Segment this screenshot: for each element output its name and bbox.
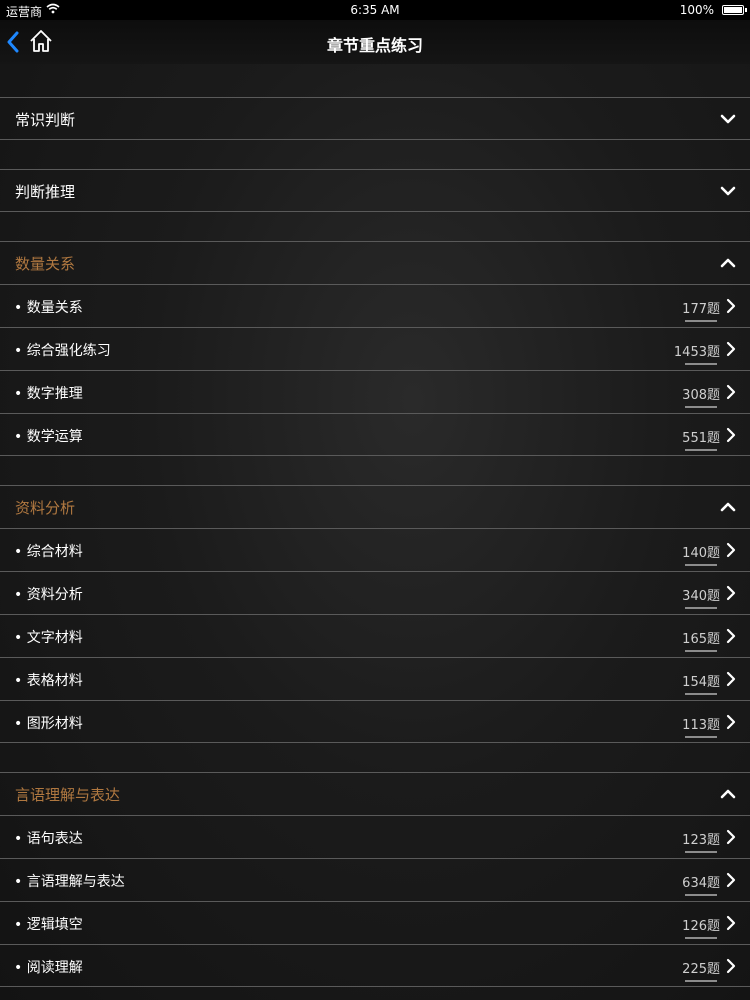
- question-count: 340题: [682, 589, 720, 604]
- section-header-common-sense[interactable]: 常识判断: [0, 97, 750, 140]
- chevron-up-icon: [720, 502, 736, 512]
- battery-tip: [745, 8, 747, 12]
- question-count: 126题: [682, 919, 720, 934]
- chevron-right-icon: [726, 341, 736, 357]
- list-item[interactable]: • 表格材料 154题: [0, 657, 750, 700]
- section-title: 判断推理: [15, 183, 76, 201]
- chevron-down-icon: [720, 186, 736, 196]
- chevron-right-icon: [726, 714, 736, 730]
- count-underline: [685, 736, 717, 738]
- list-item[interactable]: • 资料分析 340题: [0, 571, 750, 614]
- question-count: 551题: [682, 431, 720, 446]
- item-label: • 文字材料: [14, 630, 83, 646]
- section-header-data-analysis[interactable]: 资料分析: [0, 485, 750, 528]
- count-underline: [685, 650, 717, 652]
- count-underline: [685, 607, 717, 609]
- count-underline: [685, 320, 717, 322]
- chevron-right-icon: [726, 298, 736, 314]
- status-bar: 运营商 6:35 AM 100%: [0, 0, 750, 20]
- chevron-right-icon: [726, 628, 736, 644]
- chevron-right-icon: [726, 384, 736, 400]
- section-header-verbal[interactable]: 言语理解与表达: [0, 772, 750, 815]
- chevron-up-icon: [720, 789, 736, 799]
- question-count: 177题: [682, 302, 720, 317]
- item-label: • 资料分析: [14, 587, 83, 603]
- section-title: 资料分析: [15, 499, 76, 517]
- section-title: 言语理解与表达: [15, 786, 121, 804]
- question-count: 140题: [682, 546, 720, 561]
- count-underline: [685, 980, 717, 982]
- item-label: • 言语理解与表达: [14, 874, 125, 890]
- item-label: • 图形材料: [14, 716, 83, 732]
- chevron-right-icon: [726, 958, 736, 974]
- list-item[interactable]: • 数量关系 177题: [0, 284, 750, 327]
- count-underline: [685, 851, 717, 853]
- item-label: • 数量关系: [14, 300, 83, 316]
- section-title: 数量关系: [15, 255, 76, 273]
- list-item[interactable]: • 数学运算 551题: [0, 413, 750, 456]
- list-item[interactable]: • 文字材料 165题: [0, 614, 750, 657]
- question-count: 123题: [682, 833, 720, 848]
- item-label: • 语句表达: [14, 831, 83, 847]
- count-underline: [685, 564, 717, 566]
- chevron-right-icon: [726, 829, 736, 845]
- item-label: • 数学运算: [14, 429, 83, 445]
- list-item[interactable]: • 数字推理 308题: [0, 370, 750, 413]
- list-item[interactable]: • 图形材料 113题: [0, 700, 750, 743]
- count-underline: [685, 363, 717, 365]
- count-underline: [685, 937, 717, 939]
- item-label: • 综合材料: [14, 544, 83, 560]
- item-label: • 阅读理解: [14, 960, 83, 976]
- item-label: • 数字推理: [14, 386, 83, 402]
- chevron-right-icon: [726, 671, 736, 687]
- status-time: 6:35 AM: [350, 3, 400, 17]
- item-label: • 表格材料: [14, 673, 83, 689]
- question-count: 113题: [682, 718, 720, 733]
- item-label: • 逻辑填空: [14, 917, 83, 933]
- item-label: • 综合强化练习: [14, 343, 111, 359]
- list-item[interactable]: • 综合强化练习 1453题: [0, 327, 750, 370]
- navigation-bar: 章节重点练习: [0, 20, 750, 64]
- question-count: 165题: [682, 632, 720, 647]
- chevron-up-icon: [720, 258, 736, 268]
- chevron-down-icon: [720, 114, 736, 124]
- chevron-right-icon: [726, 542, 736, 558]
- list-item[interactable]: • 语句表达 123题: [0, 815, 750, 858]
- count-underline: [685, 894, 717, 896]
- chevron-right-icon: [726, 427, 736, 443]
- section-header-judgment-reasoning[interactable]: 判断推理: [0, 169, 750, 212]
- page-title: 章节重点练习: [326, 36, 423, 55]
- list-item[interactable]: • 逻辑填空 126题: [0, 901, 750, 944]
- section-header-quantitative[interactable]: 数量关系: [0, 241, 750, 284]
- chevron-right-icon: [726, 915, 736, 931]
- count-underline: [685, 406, 717, 408]
- count-underline: [685, 693, 717, 695]
- list-item[interactable]: • 言语理解与表达 634题: [0, 858, 750, 901]
- battery-icon: [722, 5, 744, 15]
- chevron-right-icon: [726, 585, 736, 601]
- question-count: 154题: [682, 675, 720, 690]
- question-count: 1453题: [673, 345, 720, 360]
- battery-percentage: 100%: [679, 3, 714, 17]
- question-count: 634题: [682, 876, 720, 891]
- count-underline: [685, 449, 717, 451]
- chevron-right-icon: [726, 872, 736, 888]
- list-item[interactable]: • 综合材料 140题: [0, 528, 750, 571]
- list-item[interactable]: • 阅读理解 225题: [0, 944, 750, 987]
- question-count: 308题: [682, 388, 720, 403]
- section-title: 常识判断: [15, 111, 76, 129]
- question-count: 225题: [682, 962, 720, 977]
